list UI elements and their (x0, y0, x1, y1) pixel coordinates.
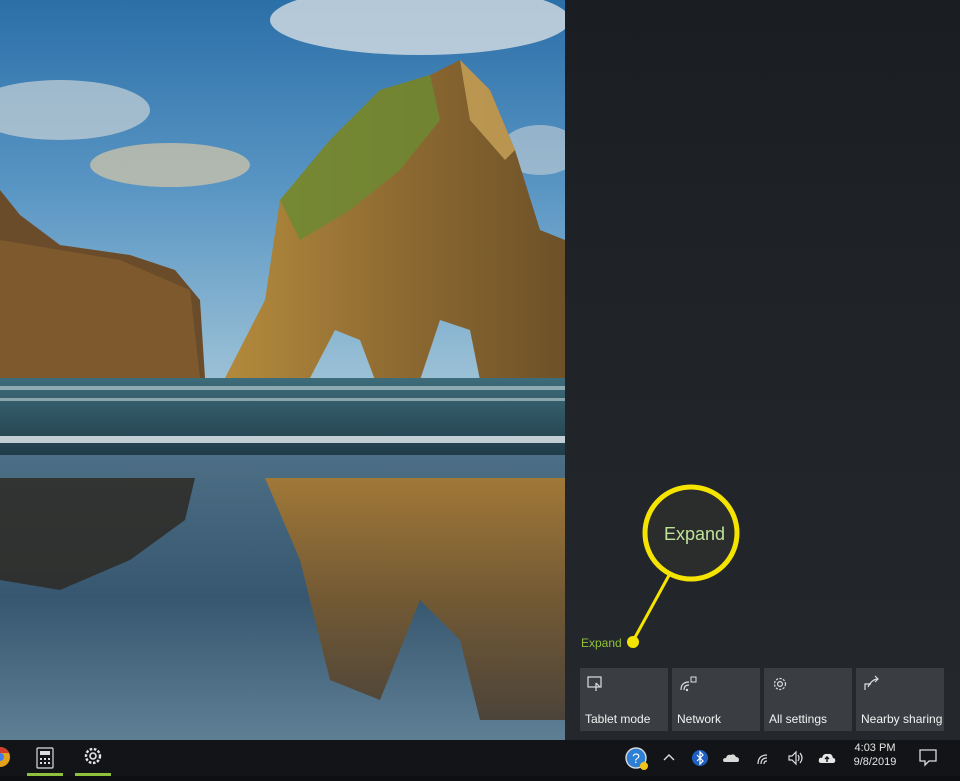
gear-icon (773, 677, 787, 691)
nearby-sharing-tile[interactable]: Nearby sharing (856, 668, 944, 731)
taskbar: ? (0, 740, 960, 776)
svg-text:?: ? (632, 750, 640, 766)
nearby-sharing-icon (864, 675, 879, 690)
expand-link[interactable]: Expand (581, 636, 622, 650)
tile-label: Network (677, 712, 722, 726)
callout-label: Expand (664, 524, 726, 544)
all-settings-tile[interactable]: All settings (764, 668, 852, 731)
calculator-icon (27, 747, 63, 776)
tile-label: Nearby sharing (861, 712, 943, 726)
chevron-up-icon[interactable] (659, 748, 679, 768)
chrome-icon (0, 747, 10, 767)
settings-gear-icon (75, 747, 111, 776)
tablet-mode-icon (587, 676, 602, 691)
wifi-icon[interactable] (755, 748, 775, 768)
action-center-icon[interactable] (917, 746, 939, 768)
help-icon[interactable]: ? (624, 746, 648, 770)
calculator-taskbar-button[interactable] (25, 740, 65, 776)
chrome-taskbar-button[interactable] (0, 740, 16, 776)
tablet-mode-tile[interactable]: Tablet mode (580, 668, 668, 731)
onedrive-icon[interactable] (721, 748, 741, 768)
taskbar-clock[interactable]: 4:03 PM 9/8/2019 (848, 741, 902, 769)
tile-label: Tablet mode (585, 712, 651, 726)
bluetooth-icon[interactable] (690, 748, 710, 768)
settings-taskbar-button[interactable] (73, 740, 113, 776)
network-icon (680, 676, 697, 692)
cloud-upload-icon[interactable] (817, 748, 837, 768)
tile-label: All settings (769, 712, 828, 726)
action-center-panel: Expand Tablet mode Network All settings … (565, 0, 960, 740)
desktop-wallpaper (0, 0, 565, 740)
volume-icon[interactable] (786, 748, 806, 768)
network-tile[interactable]: Network (672, 668, 760, 731)
clock-date: 9/8/2019 (853, 756, 897, 768)
clock-time: 4:03 PM (854, 742, 896, 754)
